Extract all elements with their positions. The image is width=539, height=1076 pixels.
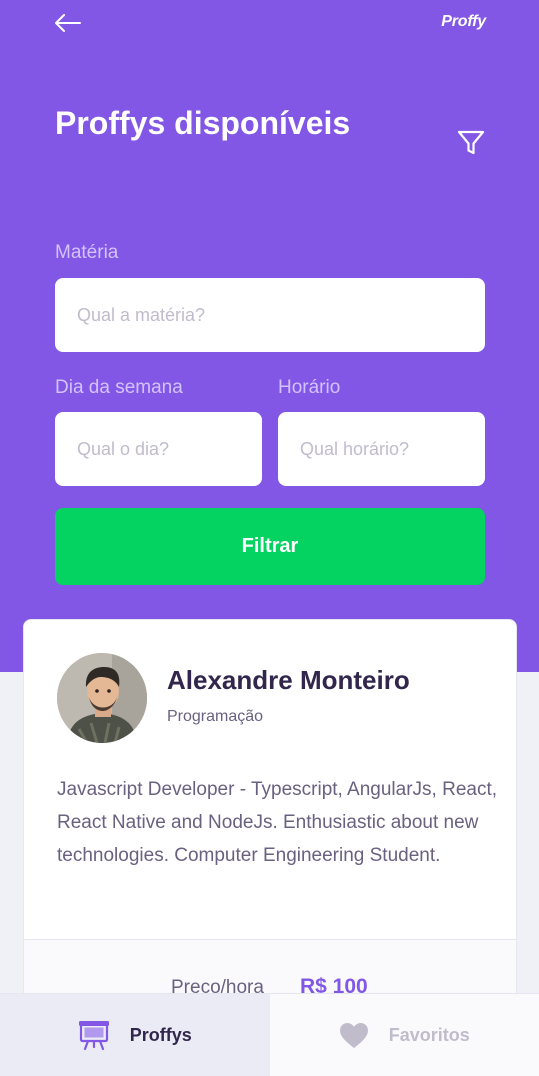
tab-proffys[interactable]: Proffys bbox=[0, 994, 270, 1076]
filter-button[interactable]: Filtrar bbox=[55, 508, 485, 585]
time-label: Horário bbox=[278, 377, 341, 398]
filter-toggle-button[interactable] bbox=[452, 124, 490, 162]
app-logo: Proffy bbox=[441, 13, 486, 30]
filter-icon bbox=[457, 130, 485, 155]
page-header: Proffy Proffys disponíveis Matéria Dia d… bbox=[0, 0, 539, 672]
tab-label: Favoritos bbox=[388, 1024, 470, 1045]
time-input[interactable] bbox=[278, 412, 485, 486]
teacher-card: Alexandre Monteiro Programação Javascrip… bbox=[23, 619, 517, 1039]
teacher-name: Alexandre Monteiro bbox=[167, 665, 410, 695]
easel-icon bbox=[78, 1021, 109, 1050]
subject-input[interactable] bbox=[55, 278, 485, 352]
back-button[interactable] bbox=[52, 8, 84, 38]
top-bar: Proffy bbox=[0, 0, 539, 46]
bottom-tab-bar: Proffys Favoritos bbox=[0, 993, 539, 1076]
teacher-bio: Javascript Developer - Typescript, Angul… bbox=[57, 779, 498, 866]
tab-label: Proffys bbox=[129, 1024, 192, 1045]
subject-label: Matéria bbox=[55, 242, 119, 263]
tab-favoritos[interactable]: Favoritos bbox=[270, 994, 539, 1076]
teacher-subject: Programação bbox=[167, 708, 264, 725]
weekday-input[interactable] bbox=[55, 412, 262, 486]
page-title: Proffys disponíveis bbox=[55, 105, 351, 141]
avatar bbox=[57, 653, 147, 743]
heart-icon bbox=[339, 1022, 368, 1048]
weekday-label: Dia da semana bbox=[55, 377, 183, 398]
arrow-left-icon bbox=[55, 14, 81, 32]
